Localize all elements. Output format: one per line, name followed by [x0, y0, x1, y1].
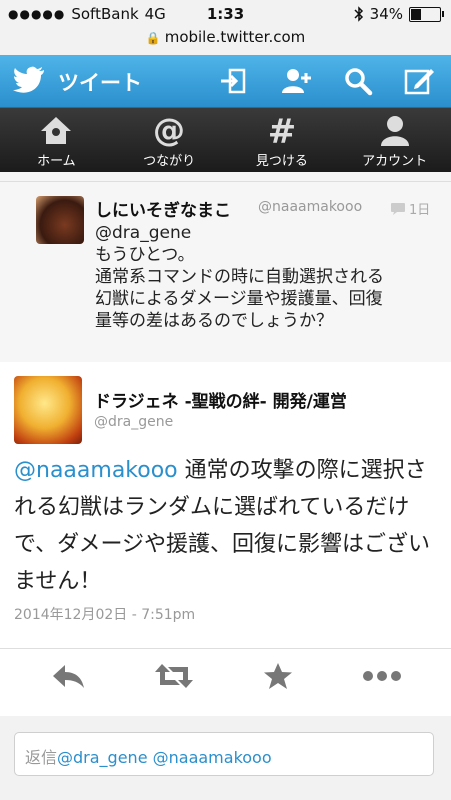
- compose-icon[interactable]: [403, 65, 435, 97]
- text-line: 幻獣によるダメージ量や援護量、回復: [95, 289, 383, 309]
- reply-mentions: @dra_gene @naaamakooo: [57, 748, 272, 767]
- mention-link[interactable]: @naaamakooo: [14, 458, 178, 483]
- person-icon: [380, 116, 409, 146]
- top-bar: ツイート: [0, 55, 451, 108]
- reply-button[interactable]: [49, 656, 89, 696]
- retweet-icon: [155, 664, 193, 688]
- reply-input[interactable]: 返信@dra_gene @naaamakooo: [14, 732, 434, 776]
- reply-prefix: 返信: [25, 748, 58, 767]
- home-icon: [41, 117, 72, 144]
- text-line: 量等の差はあるのでしょうか？: [95, 311, 333, 331]
- text-line: もうひとつ。: [95, 245, 195, 265]
- avatar[interactable]: [36, 196, 84, 244]
- reply-icon: [53, 665, 84, 688]
- at-icon: @: [153, 113, 185, 147]
- favorite-button[interactable]: [258, 656, 298, 696]
- tweet-actions: [0, 656, 451, 700]
- more-button[interactable]: [362, 656, 402, 696]
- star-icon: [264, 663, 292, 689]
- more-dots-icon: [363, 671, 401, 681]
- tweet-time: 1日: [390, 199, 430, 218]
- sign-in-icon[interactable]: [218, 65, 250, 97]
- speech-bubble-icon: [391, 202, 405, 215]
- url-bar[interactable]: 🔒 mobile.twitter.com: [0, 28, 451, 55]
- status-bar: ●●●●● SoftBank 4G 1:33 34%: [0, 0, 451, 28]
- battery-icon: [409, 6, 444, 22]
- tab-connect[interactable]: @ つながり: [113, 108, 226, 172]
- twitter-bird-icon[interactable]: [12, 65, 46, 95]
- follow-user-icon[interactable]: [280, 65, 312, 97]
- divider: [0, 648, 451, 649]
- tweet-text: @dra_gene もうひとつ。 通常系コマンドの時に自動選択される 幻獣による…: [95, 222, 440, 332]
- tab-discover[interactable]: # 見つける: [226, 108, 339, 172]
- lock-icon: 🔒: [145, 31, 161, 45]
- tab-home[interactable]: ホーム: [0, 108, 113, 172]
- avatar[interactable]: [14, 376, 82, 444]
- url-text: mobile.twitter.com: [164, 28, 306, 46]
- tab-bar: ホーム @ つながり # 見つける アカウント: [0, 108, 451, 172]
- tab-connect-label: つながり: [143, 154, 196, 169]
- svg-text:#: #: [268, 113, 297, 147]
- page-title: ツイート: [58, 71, 142, 95]
- tweet-timestamp: 2014年12月02日 - 7:51pm: [14, 607, 196, 623]
- text-line: 通常系コマンドの時に自動選択される: [95, 267, 384, 287]
- tab-home-label: ホーム: [37, 154, 76, 169]
- tweet-time-label: 1日: [409, 203, 431, 218]
- mention-line[interactable]: @dra_gene: [95, 222, 440, 244]
- tab-discover-label: 見つける: [255, 154, 308, 169]
- author-name[interactable]: しにいそぎなまこ: [95, 196, 231, 221]
- tweet-text: @naaamakooo 通常の攻撃の際に選択される幻獣はランダムに選ばれているだ…: [14, 452, 439, 600]
- author-name[interactable]: ドラジェネ -聖戦の絆- 開発/運営: [94, 387, 347, 412]
- author-handle: @naaamakooo: [258, 199, 363, 215]
- tab-account-label: アカウント: [362, 154, 428, 169]
- tab-account[interactable]: アカウント: [338, 108, 451, 172]
- retweet-button[interactable]: [154, 656, 194, 696]
- author-handle: @dra_gene: [94, 414, 174, 430]
- svg-text:@: @: [153, 113, 185, 147]
- bluetooth-icon: [354, 6, 363, 22]
- search-icon[interactable]: [342, 65, 374, 97]
- battery-percent: 34%: [369, 5, 403, 23]
- hash-icon: #: [268, 113, 297, 147]
